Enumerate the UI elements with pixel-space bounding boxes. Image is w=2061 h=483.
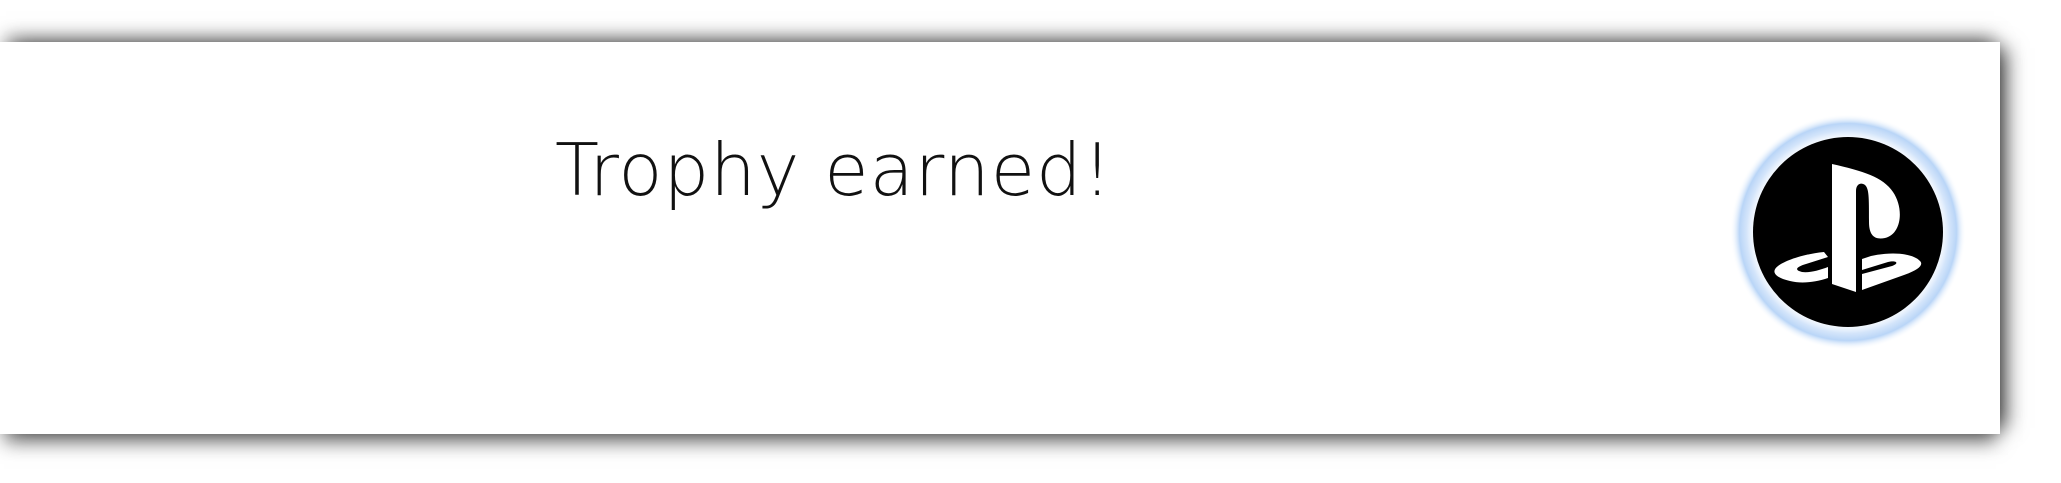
notification-message: Trophy earned! [555,128,1113,212]
playstation-logo-icon [1728,112,1968,352]
trophy-notification[interactable]: Trophy earned! [0,42,2000,434]
screen: Trophy earned! [0,0,2061,483]
